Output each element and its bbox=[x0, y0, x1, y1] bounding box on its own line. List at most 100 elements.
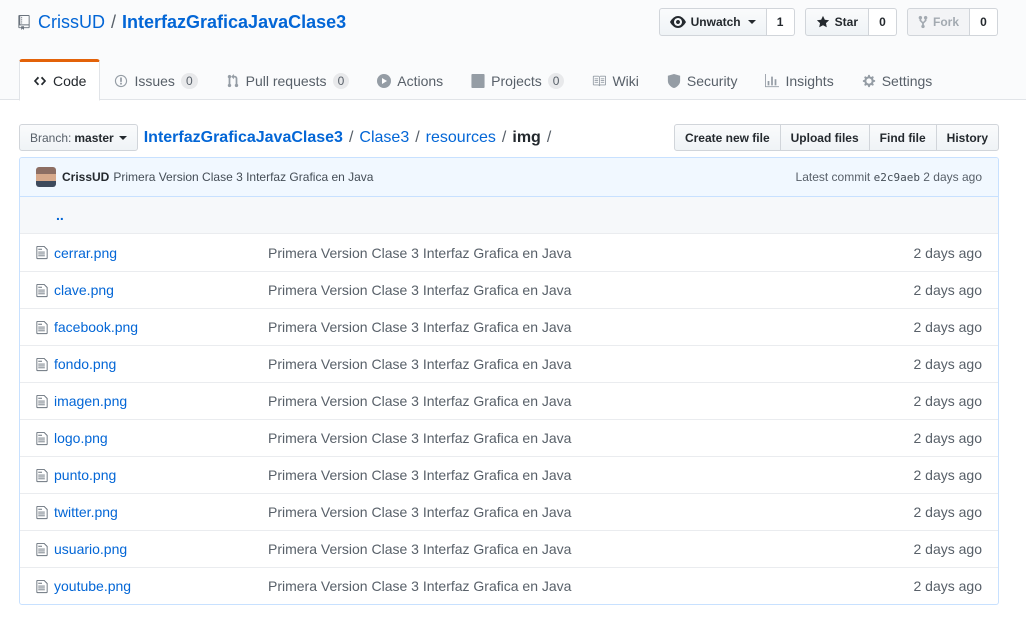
file-actions: Create new file Upload files Find file H… bbox=[673, 124, 999, 151]
repo-title: CrissUD / InterfazGraficaJavaClase3 bbox=[18, 10, 346, 34]
watchers-count[interactable]: 1 bbox=[766, 8, 795, 36]
star-group: Star 0 bbox=[804, 8, 897, 36]
tab-issues-label: Issues bbox=[134, 72, 175, 89]
file-age: 2 days ago bbox=[913, 282, 983, 298]
breadcrumb: InterfazGraficaJavaClase3 / Clase3 / res… bbox=[144, 129, 558, 147]
find-file-button[interactable]: Find file bbox=[868, 124, 937, 151]
file-commit-message[interactable]: Primera Version Clase 3 Interfaz Grafica… bbox=[268, 319, 914, 335]
pull-requests-counter: 0 bbox=[332, 72, 350, 89]
fork-button[interactable]: Fork bbox=[906, 8, 970, 36]
create-new-file-button[interactable]: Create new file bbox=[673, 124, 781, 151]
table-row: imagen.png Primera Version Clase 3 Inter… bbox=[20, 382, 998, 419]
tab-projects-label: Projects bbox=[491, 72, 542, 89]
unwatch-label: Unwatch bbox=[690, 15, 741, 29]
forks-count[interactable]: 0 bbox=[970, 8, 998, 36]
file-commit-message[interactable]: Primera Version Clase 3 Interfaz Grafica… bbox=[268, 541, 914, 557]
stargazers-count[interactable]: 0 bbox=[868, 8, 897, 36]
fork-group: Fork 0 bbox=[906, 8, 998, 36]
pull-request-icon bbox=[227, 73, 238, 87]
tab-insights[interactable]: Insights bbox=[751, 59, 847, 100]
unwatch-button[interactable]: Unwatch bbox=[658, 8, 767, 36]
tab-security[interactable]: Security bbox=[653, 59, 752, 100]
avatar[interactable] bbox=[36, 167, 56, 187]
file-commit-message[interactable]: Primera Version Clase 3 Interfaz Grafica… bbox=[268, 393, 914, 409]
file-icon bbox=[36, 320, 48, 334]
eye-icon bbox=[669, 16, 686, 28]
file-table: CrissUD Primera Version Clase 3 Interfaz… bbox=[19, 157, 999, 605]
file-name-link[interactable]: imagen.png bbox=[54, 393, 268, 409]
file-commit-message[interactable]: Primera Version Clase 3 Interfaz Grafica… bbox=[268, 356, 914, 372]
issues-counter: 0 bbox=[180, 72, 198, 89]
file-name-link[interactable]: usuario.png bbox=[54, 541, 268, 557]
file-icon bbox=[36, 542, 48, 556]
graph-icon bbox=[765, 73, 780, 87]
file-name-link[interactable]: punto.png bbox=[54, 467, 268, 483]
tab-code[interactable]: Code bbox=[19, 59, 101, 101]
chevron-down-icon bbox=[747, 20, 756, 24]
branch-select-button[interactable]: Branch: master bbox=[19, 124, 138, 151]
file-name-link[interactable]: twitter.png bbox=[54, 504, 268, 520]
file-commit-message[interactable]: Primera Version Clase 3 Interfaz Grafica… bbox=[268, 578, 914, 594]
file-name-link[interactable]: fondo.png bbox=[54, 356, 268, 372]
file-age: 2 days ago bbox=[913, 356, 983, 372]
project-icon bbox=[471, 73, 485, 88]
breadcrumb-current: img bbox=[512, 128, 541, 146]
history-button[interactable]: History bbox=[935, 124, 999, 151]
tab-actions[interactable]: Actions bbox=[363, 59, 457, 100]
tab-settings[interactable]: Settings bbox=[848, 59, 947, 100]
repo-title-separator: / bbox=[111, 11, 117, 32]
file-name-link[interactable]: youtube.png bbox=[54, 578, 268, 594]
file-icon bbox=[36, 468, 48, 482]
table-row: clave.png Primera Version Clase 3 Interf… bbox=[20, 271, 998, 308]
star-label: Star bbox=[834, 15, 858, 29]
gear-icon bbox=[862, 74, 875, 87]
file-name-link[interactable]: cerrar.png bbox=[54, 245, 268, 261]
file-age: 2 days ago bbox=[913, 578, 983, 594]
repo-owner-link[interactable]: CrissUD bbox=[38, 12, 105, 33]
breadcrumb-separator: / bbox=[501, 128, 507, 146]
tab-pull-requests[interactable]: Pull requests 0 bbox=[212, 59, 364, 100]
table-row: usuario.png Primera Version Clase 3 Inte… bbox=[20, 530, 998, 567]
file-name-link[interactable]: logo.png bbox=[54, 430, 268, 446]
breadcrumb-resources-link[interactable]: resources bbox=[426, 129, 496, 147]
pagehead-actions: Unwatch 1 Star 0 Fork 0 bbox=[658, 8, 998, 36]
commit-age: 2 days ago bbox=[923, 170, 982, 184]
file-commit-message[interactable]: Primera Version Clase 3 Interfaz Grafica… bbox=[268, 245, 914, 261]
repo-name-link[interactable]: InterfazGraficaJavaClase3 bbox=[122, 12, 346, 33]
commit-author[interactable]: CrissUD bbox=[62, 170, 109, 184]
table-row: punto.png Primera Version Clase 3 Interf… bbox=[20, 456, 998, 493]
tab-actions-label: Actions bbox=[397, 72, 444, 89]
file-age: 2 days ago bbox=[913, 244, 983, 261]
file-commit-message[interactable]: Primera Version Clase 3 Interfaz Grafica… bbox=[268, 282, 914, 298]
breadcrumb-clase3-link[interactable]: Clase3 bbox=[359, 129, 409, 147]
file-list: cerrar.png Primera Version Clase 3 Inter… bbox=[20, 234, 998, 604]
file-commit-message[interactable]: Primera Version Clase 3 Interfaz Grafica… bbox=[268, 504, 914, 520]
latest-commit-label: Latest commit bbox=[795, 170, 871, 184]
watch-group: Unwatch 1 bbox=[658, 8, 795, 36]
file-name-link[interactable]: clave.png bbox=[54, 282, 268, 298]
tab-projects[interactable]: Projects 0 bbox=[457, 59, 578, 100]
tab-wiki[interactable]: Wiki bbox=[578, 59, 652, 100]
tab-settings-label: Settings bbox=[881, 72, 933, 89]
star-button[interactable]: Star bbox=[804, 8, 869, 36]
file-age: 2 days ago bbox=[913, 393, 983, 409]
fork-icon bbox=[918, 15, 928, 29]
up-directory-link[interactable]: .. bbox=[20, 197, 998, 234]
tab-issues[interactable]: Issues 0 bbox=[100, 59, 211, 100]
file-commit-message[interactable]: Primera Version Clase 3 Interfaz Grafica… bbox=[268, 467, 914, 483]
tab-security-label: Security bbox=[686, 72, 738, 89]
file-commit-message[interactable]: Primera Version Clase 3 Interfaz Grafica… bbox=[268, 430, 914, 446]
code-icon bbox=[33, 76, 47, 86]
tab-insights-label: Insights bbox=[785, 72, 834, 89]
commit-message[interactable]: Primera Version Clase 3 Interfaz Grafica… bbox=[113, 170, 373, 184]
breadcrumb-repo-link[interactable]: InterfazGraficaJavaClase3 bbox=[144, 129, 343, 147]
commit-sha[interactable]: e2c9aeb bbox=[874, 171, 920, 184]
file-name-link[interactable]: facebook.png bbox=[54, 319, 268, 335]
tab-pull-requests-label: Pull requests bbox=[245, 72, 327, 89]
shield-icon bbox=[667, 73, 680, 88]
table-row: logo.png Primera Version Clase 3 Interfa… bbox=[20, 419, 998, 456]
file-icon bbox=[36, 357, 48, 371]
file-icon bbox=[36, 394, 48, 408]
upload-files-button[interactable]: Upload files bbox=[779, 124, 870, 151]
projects-counter: 0 bbox=[547, 72, 565, 89]
